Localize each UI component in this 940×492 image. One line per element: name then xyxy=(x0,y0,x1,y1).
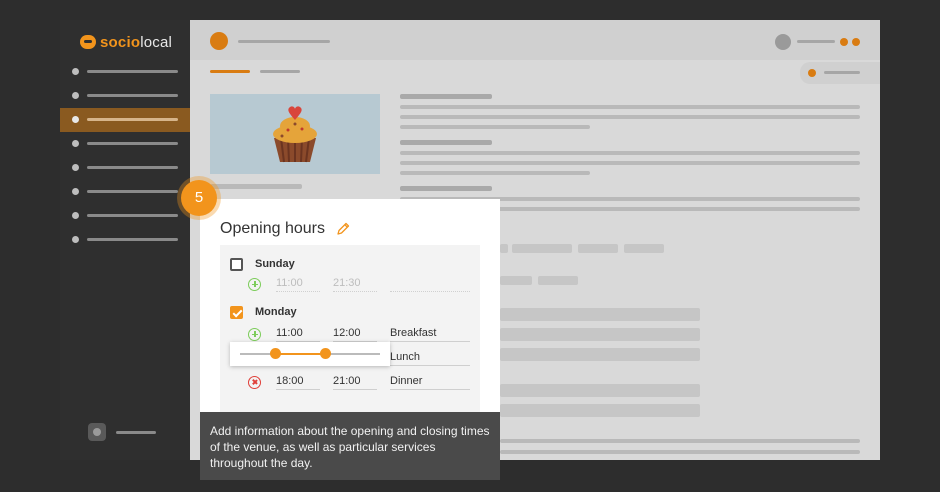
sidebar-item-5[interactable] xyxy=(60,156,190,180)
time-range-slider xyxy=(230,342,390,366)
bullet-icon xyxy=(72,92,79,99)
sidebar-item-6[interactable] xyxy=(60,180,190,204)
add-circle-icon[interactable] xyxy=(248,328,261,341)
placeholder-text xyxy=(500,439,860,443)
service-label-field[interactable] xyxy=(390,277,470,292)
placeholder-text xyxy=(87,214,178,217)
placeholder-text xyxy=(400,125,590,129)
bullet-icon xyxy=(72,212,79,219)
top-bar xyxy=(190,20,880,60)
placeholder-text xyxy=(116,431,156,434)
bullet-icon xyxy=(72,236,79,243)
cupcake-icon xyxy=(273,106,317,163)
user-avatar[interactable] xyxy=(775,34,791,50)
placeholder-text xyxy=(797,40,835,43)
remove-circle-icon[interactable] xyxy=(248,376,261,389)
start-time-field[interactable]: 11:00 xyxy=(276,327,320,342)
bullet-icon xyxy=(72,188,79,195)
placeholder-chip xyxy=(624,244,664,253)
settings-icon[interactable] xyxy=(88,423,106,441)
placeholder-chip xyxy=(538,276,578,285)
placeholder-text xyxy=(500,450,860,454)
placeholder-field xyxy=(500,384,700,397)
end-time-field[interactable]: 12:00 xyxy=(333,327,377,342)
placeholder-text xyxy=(87,94,178,97)
placeholder-text xyxy=(87,166,178,169)
logo-text: sociolocal xyxy=(100,33,173,51)
tab-inactive[interactable] xyxy=(260,70,300,73)
placeholder-chip xyxy=(500,244,508,253)
placeholder-text xyxy=(400,151,860,155)
placeholder-text xyxy=(238,40,330,43)
card-title: Opening hours xyxy=(220,220,325,237)
time-slot: 11:00 21:30 xyxy=(220,277,480,293)
slider-start-handle[interactable] xyxy=(270,348,281,359)
sidebar-item-4[interactable] xyxy=(60,132,190,156)
placeholder-field xyxy=(500,328,700,341)
placeholder-text xyxy=(87,142,178,145)
placeholder-text xyxy=(87,238,178,241)
placeholder-field xyxy=(500,308,700,321)
placeholder-text xyxy=(824,71,860,74)
placeholder-text xyxy=(87,190,178,193)
placeholder-text xyxy=(400,105,860,109)
day-label: Sunday xyxy=(255,258,295,270)
placeholder-chip xyxy=(578,244,618,253)
placeholder-text xyxy=(400,161,860,165)
menu-dot-icon[interactable] xyxy=(852,38,860,46)
placeholder-field xyxy=(500,404,700,417)
placeholder-field xyxy=(500,348,700,361)
step-tooltip: Add information about the opening and cl… xyxy=(200,412,500,480)
placeholder-heading xyxy=(400,94,492,99)
sidebar-item-1[interactable] xyxy=(60,60,190,84)
end-time-field[interactable]: 21:00 xyxy=(333,375,377,390)
placeholder-text xyxy=(87,70,178,73)
placeholder-heading xyxy=(400,186,492,191)
venue-image xyxy=(210,94,380,174)
slider-end-handle[interactable] xyxy=(320,348,331,359)
bullet-icon xyxy=(72,116,79,123)
placeholder-chip xyxy=(500,276,532,285)
placeholder-text xyxy=(400,171,590,175)
bullet-icon xyxy=(72,164,79,171)
sunday-checkbox[interactable] xyxy=(230,257,243,271)
end-time-field[interactable]: 21:30 xyxy=(333,277,377,292)
logo: sociolocal xyxy=(80,32,172,52)
speech-bubble-icon xyxy=(80,35,96,49)
pencil-icon[interactable] xyxy=(335,221,351,237)
sidebar-item-2[interactable] xyxy=(60,84,190,108)
sidebar-item-active[interactable] xyxy=(60,108,190,132)
sidebar: sociolocal xyxy=(60,20,190,460)
add-circle-icon[interactable] xyxy=(248,278,261,291)
slider-range xyxy=(276,353,326,355)
sidebar-item-7[interactable] xyxy=(60,204,190,228)
day-row-sunday: Sunday xyxy=(230,256,295,272)
start-time-field[interactable]: 11:00 xyxy=(276,277,320,292)
day-row-monday: Monday xyxy=(230,304,297,320)
menu-dot-icon[interactable] xyxy=(840,38,848,46)
monday-checkbox[interactable] xyxy=(230,305,243,319)
service-label-field[interactable]: Lunch xyxy=(390,351,470,366)
time-slot: 11:00 12:00 Breakfast xyxy=(220,327,480,343)
placeholder-heading xyxy=(400,140,492,145)
placeholder-text xyxy=(400,115,860,119)
status-dot-icon xyxy=(808,69,816,77)
placeholder-chip xyxy=(512,244,572,253)
avatar[interactable] xyxy=(210,32,228,50)
time-slot: 18:00 21:00 Dinner xyxy=(220,375,480,391)
start-time-field[interactable]: 18:00 xyxy=(276,375,320,390)
tab-active[interactable] xyxy=(210,70,250,73)
bullet-icon xyxy=(72,140,79,147)
service-label-field[interactable]: Dinner xyxy=(390,375,470,390)
bullet-icon xyxy=(72,68,79,75)
step-number-badge: 5 xyxy=(181,180,217,216)
sidebar-item-8[interactable] xyxy=(60,228,190,252)
day-label: Monday xyxy=(255,306,297,318)
placeholder-text xyxy=(87,118,178,121)
placeholder-text xyxy=(210,184,302,189)
service-label-field[interactable]: Breakfast xyxy=(390,327,470,342)
